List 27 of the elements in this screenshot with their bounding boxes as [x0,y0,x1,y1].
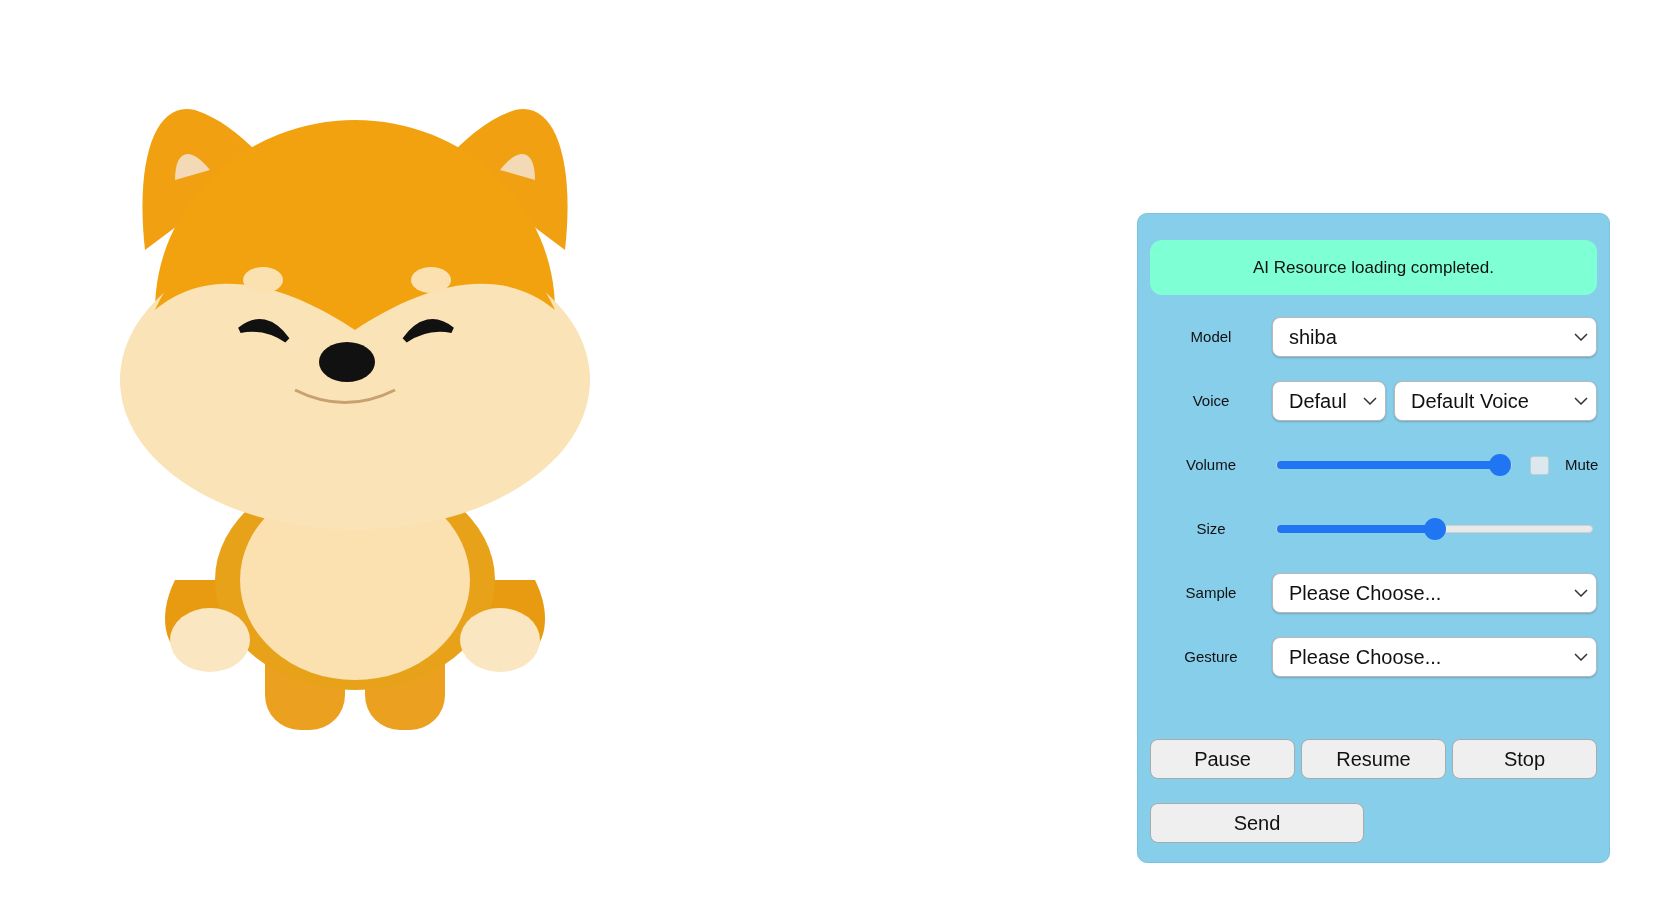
send-button[interactable]: Send [1150,803,1364,843]
field-label: Gesture [1183,646,1239,667]
chevron-down-icon [1574,397,1588,405]
mute-checkbox[interactable] [1530,455,1549,475]
chevron-down-icon [1574,589,1588,597]
control-button[interactable]: Pause [1150,739,1295,779]
status-message: AI Resource loading completed. [1150,240,1597,295]
slider[interactable] [1276,454,1512,476]
field-label: Voice [1191,390,1231,411]
chevron-down-icon [1574,653,1588,661]
field-label: Size [1195,518,1227,539]
field-label: Sample [1184,582,1238,603]
chevron-down-icon [1363,397,1377,405]
dropdown-select[interactable]: shiba [1272,317,1597,357]
mute-label: Mute [1565,454,1599,475]
slider[interactable] [1276,518,1593,540]
field-label: Volume [1184,454,1237,475]
dropdown-select[interactable]: Default Voice [1394,381,1597,421]
chevron-down-icon [1574,333,1588,341]
slider-thumb[interactable] [1423,518,1446,540]
dropdown-select[interactable]: Please Choose... [1272,573,1597,613]
slider-thumb[interactable] [1489,454,1512,476]
dropdown-select[interactable]: Please Choose... [1272,637,1597,677]
field-label: Model [1189,326,1233,347]
dropdown-select[interactable]: Defaul [1272,381,1386,421]
control-button[interactable]: Resume [1301,739,1446,779]
control-button[interactable]: Stop [1452,739,1597,779]
